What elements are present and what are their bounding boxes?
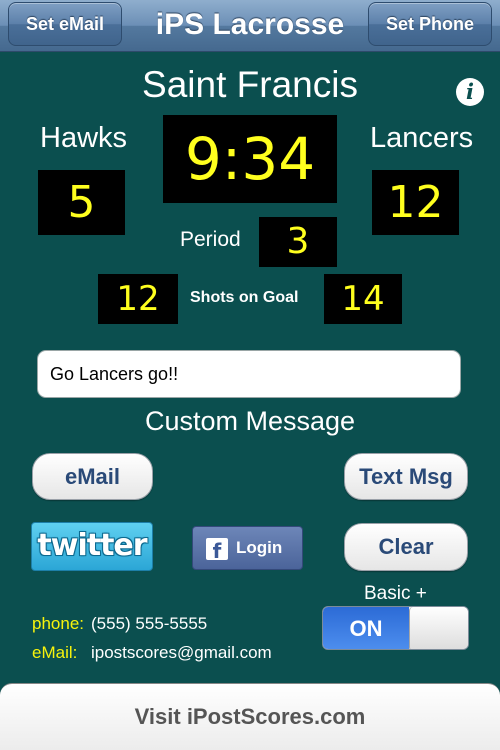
away-shots[interactable]: 14 <box>324 274 402 324</box>
home-shots[interactable]: 12 <box>98 274 178 324</box>
email-label: eMail: <box>32 643 78 662</box>
shots-on-goal-label: Shots on Goal <box>190 289 299 306</box>
set-phone-button[interactable]: Set Phone <box>368 2 492 46</box>
twitter-button[interactable]: twitter <box>31 522 153 571</box>
home-team-name: Hawks <box>40 122 128 154</box>
info-icon[interactable]: i <box>456 78 484 106</box>
away-team-name: Lancers <box>370 122 474 154</box>
phone-label: phone: <box>32 614 84 633</box>
facebook-icon: f <box>206 538 228 563</box>
phone-value: (555) 555-5555 <box>91 614 208 633</box>
text-msg-button[interactable]: Text Msg <box>344 453 468 500</box>
basic-plus-label: Basic + <box>364 583 427 604</box>
visit-website-button[interactable]: Visit iPostScores.com <box>0 683 500 750</box>
venue-title: Saint Francis <box>142 64 358 105</box>
facebook-login-button[interactable]: f Login <box>192 526 303 570</box>
custom-message-input[interactable]: Go Lancers go!! <box>37 350 461 398</box>
game-clock[interactable]: 9:34 <box>163 115 337 203</box>
toggle-on-label: ON <box>323 607 409 649</box>
email-value: ipostscores@gmail.com <box>91 643 272 662</box>
navigation-bar: iPS Lacrosse Set eMail Set Phone <box>0 0 500 52</box>
period-value[interactable]: 3 <box>259 217 337 267</box>
clear-button[interactable]: Clear <box>344 523 468 571</box>
email-button[interactable]: eMail <box>32 453 153 500</box>
basic-plus-toggle[interactable]: ON <box>322 606 469 650</box>
away-score[interactable]: 12 <box>372 170 459 235</box>
set-email-button[interactable]: Set eMail <box>8 2 122 46</box>
period-label: Period <box>180 228 241 251</box>
toggle-knob[interactable] <box>409 607 468 649</box>
facebook-login-label: Login <box>236 538 283 557</box>
custom-message-label: Custom Message <box>144 406 356 436</box>
home-score[interactable]: 5 <box>38 170 125 235</box>
